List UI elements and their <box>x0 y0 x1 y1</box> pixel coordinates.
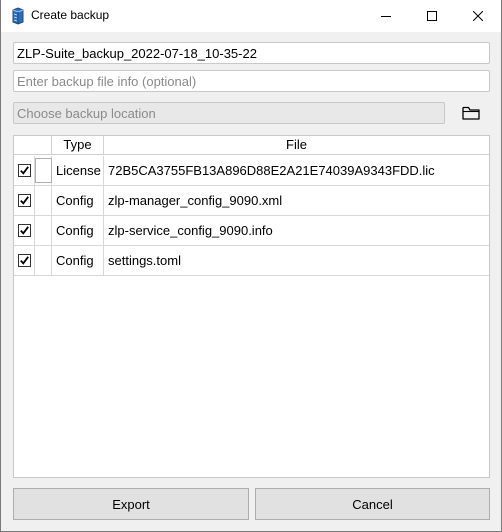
database-icon <box>12 7 24 25</box>
row-checkbox[interactable] <box>18 224 31 237</box>
row-select-cell[interactable] <box>35 246 52 275</box>
backup-location-input <box>13 102 445 124</box>
column-header-file[interactable]: File <box>104 136 489 155</box>
close-button[interactable] <box>455 0 501 32</box>
row-checkbox-cell[interactable] <box>14 216 35 245</box>
row-file: zlp-manager_config_9090.xml <box>108 193 283 208</box>
column-header-select[interactable] <box>14 136 52 155</box>
focus-indicator <box>35 158 52 183</box>
row-checkbox-cell[interactable] <box>14 186 35 215</box>
create-backup-dialog: Create backup Type File <box>0 0 502 532</box>
row-file: zlp-service_config_9090.info <box>108 223 273 238</box>
window-title: Create backup <box>31 8 110 22</box>
row-select-cell[interactable] <box>35 216 52 245</box>
checkmark-icon <box>20 166 29 175</box>
row-type: Config <box>52 246 104 275</box>
checkmark-icon <box>20 196 29 205</box>
backup-info-input[interactable] <box>13 70 490 92</box>
table-row[interactable]: Config settings.toml <box>14 246 489 276</box>
row-file: 72B5CA3755FB13A896D88E2A21E74039A9343FDD… <box>108 163 435 178</box>
row-checkbox-cell[interactable] <box>14 156 35 185</box>
checkmark-icon <box>20 256 29 265</box>
table-row[interactable]: Config zlp-manager_config_9090.xml <box>14 186 489 216</box>
row-select-cell[interactable] <box>35 156 52 185</box>
row-type: Config <box>52 186 104 215</box>
row-checkbox[interactable] <box>18 254 31 267</box>
minimize-icon <box>381 16 391 17</box>
browse-folder-button[interactable] <box>457 100 485 126</box>
export-button[interactable]: Export <box>13 488 249 520</box>
column-header-type[interactable]: Type <box>52 136 104 155</box>
row-type: License <box>52 156 104 185</box>
table-row[interactable]: License 72B5CA3755FB13A896D88E2A21E74039… <box>14 156 489 186</box>
row-type: Config <box>52 216 104 245</box>
title-bar[interactable]: Create backup <box>1 0 501 32</box>
cancel-button[interactable]: Cancel <box>255 488 490 520</box>
backup-name-input[interactable] <box>13 42 490 64</box>
row-checkbox[interactable] <box>18 194 31 207</box>
table-row[interactable]: Config zlp-service_config_9090.info <box>14 216 489 246</box>
maximize-button[interactable] <box>409 0 455 32</box>
row-select-cell[interactable] <box>35 186 52 215</box>
table-header: Type File <box>14 136 489 155</box>
folder-icon <box>462 106 480 120</box>
minimize-button[interactable] <box>363 0 409 32</box>
checkmark-icon <box>20 226 29 235</box>
row-checkbox[interactable] <box>18 164 31 177</box>
maximize-icon <box>427 11 437 21</box>
close-icon <box>473 11 483 21</box>
row-file: settings.toml <box>108 253 181 268</box>
backup-files-table: Type File License 72B5CA3755FB13A896D88E… <box>13 135 490 478</box>
row-checkbox-cell[interactable] <box>14 246 35 275</box>
